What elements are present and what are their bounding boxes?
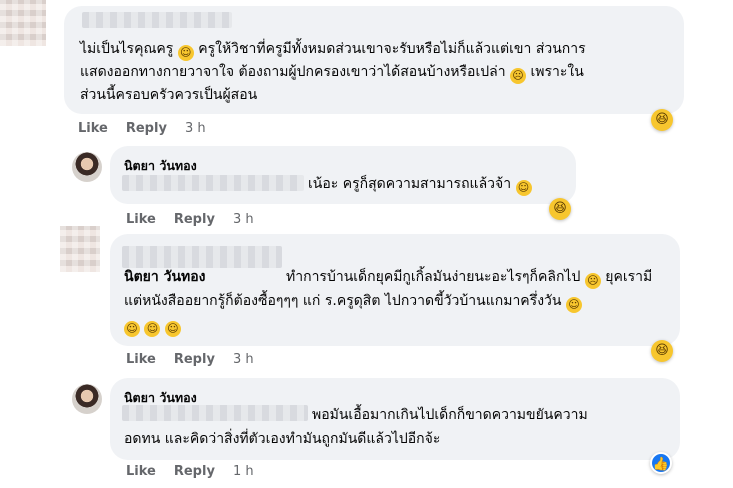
laughing-emoji-icon: ☺ (565, 297, 582, 313)
comment-text-line: อดทน และคิดว่าสิ่งที่ตัวเองทำมันถูกมันดี… (124, 431, 441, 447)
comment-actions: Like Reply 3 h (126, 352, 272, 367)
comment-text-line: แต่หนังสืออยากรู้ก็ต้องซื้อๆๆๆ แก่ ร.ครู… (124, 293, 562, 309)
comment-text-line: ทำการบ้านเด็กยุคมีกูเกิ้ลมันง่ายนะอะไรๆก… (286, 269, 581, 285)
like-button[interactable]: Like (78, 121, 108, 136)
comment-text-line: เพราะใน (530, 64, 584, 80)
like-button[interactable]: Like (126, 464, 156, 479)
laughing-emoji-icon[interactable]: 😆 (651, 340, 673, 362)
tagged-name[interactable]: นิตยา วันทอง (124, 269, 206, 285)
comment-text-line: พอมันเอื้อมากเกินไปเด็กก็ขาดความขยันความ (312, 407, 588, 423)
comment-text: นิตยา วันทอง (124, 266, 206, 288)
like-button[interactable]: Like (126, 212, 156, 227)
reply-button[interactable]: Reply (174, 212, 215, 227)
comment-text-line: ส่วนนี้ครอบครัวควรเป็นผู้สอน (80, 87, 258, 103)
comment-text-line: ยุคเรามี (605, 269, 653, 285)
blurred-tagged-name (122, 175, 304, 191)
timestamp[interactable]: 3 h (233, 352, 254, 367)
laughing-emoji-icon: ☺ (515, 180, 532, 196)
emoji-row: ☺ ☺ ☺ (124, 314, 181, 337)
comment-text: อดทน และคิดว่าสิ่งที่ตัวเองทำมันถูกมันดี… (124, 428, 440, 450)
comment-actions: Like Reply 1 h (126, 464, 272, 479)
laughing-emoji-icon: ☺ (164, 321, 181, 337)
comment-text: ทำการบ้านเด็กยุคมีกูเกิ้ลมันง่ายนะอะไรๆก… (286, 266, 652, 289)
timestamp[interactable]: 3 h (185, 121, 206, 136)
timestamp[interactable]: 3 h (233, 212, 254, 227)
reply-button[interactable]: Reply (174, 464, 215, 479)
blurred-tagged-name (122, 405, 308, 421)
timestamp[interactable]: 1 h (233, 464, 254, 479)
laughing-emoji-icon: ☺ (124, 321, 140, 337)
reply-button[interactable]: Reply (174, 352, 215, 367)
like-button[interactable]: Like (126, 352, 156, 367)
comment-actions: Like Reply 3 h (78, 121, 224, 136)
comment-text-line: ครูให้วิชาที่ครูมีทั้งหมดส่วนเขาจะรับหรื… (198, 41, 586, 57)
reply-button[interactable]: Reply (126, 121, 167, 136)
laughing-emoji-icon: ☺ (144, 321, 161, 337)
comment-text: เน้อะ ครูก็สุดความสามารถแล้วจ้า ☺ (308, 173, 532, 196)
like-reaction-icon[interactable]: 👍 (650, 452, 672, 474)
crying-emoji-icon: ☹ (584, 273, 601, 289)
comment-text-line: แสดงออกทางกายวาจาใจ ต้องถามผู้ปกครองเขาว… (80, 64, 506, 80)
avatar[interactable] (0, 0, 46, 46)
laughing-emoji-icon[interactable]: 😆 (549, 198, 571, 220)
avatar[interactable] (72, 152, 102, 182)
comment-actions: Like Reply 3 h (126, 212, 272, 227)
avatar[interactable] (60, 226, 100, 272)
laughing-emoji-icon[interactable]: 😆 (651, 109, 673, 131)
blurred-author-name (82, 12, 232, 28)
blurred-author-name (122, 246, 282, 268)
grinning-emoji-icon: ☺ (177, 45, 194, 61)
comment-text-line: เน้อะ ครูก็สุดความสามารถแล้วจ้า (308, 176, 512, 192)
comment-text: แต่หนังสืออยากรู้ก็ต้องซื้อๆๆๆ แก่ ร.ครู… (124, 290, 582, 313)
comment-text: ไม่เป็นไรคุณครู ☺ ครูให้วิชาที่ครูมีทั้ง… (80, 38, 680, 106)
comment-text-line: ไม่เป็นไรคุณครู (80, 41, 174, 57)
avatar[interactable] (72, 384, 102, 414)
comment-author[interactable]: นิตยา วันทอง (124, 156, 197, 176)
crying-emoji-icon: ☹ (510, 68, 527, 84)
comment-text: พอมันเอื้อมากเกินไปเด็กก็ขาดความขยันความ (312, 404, 588, 426)
